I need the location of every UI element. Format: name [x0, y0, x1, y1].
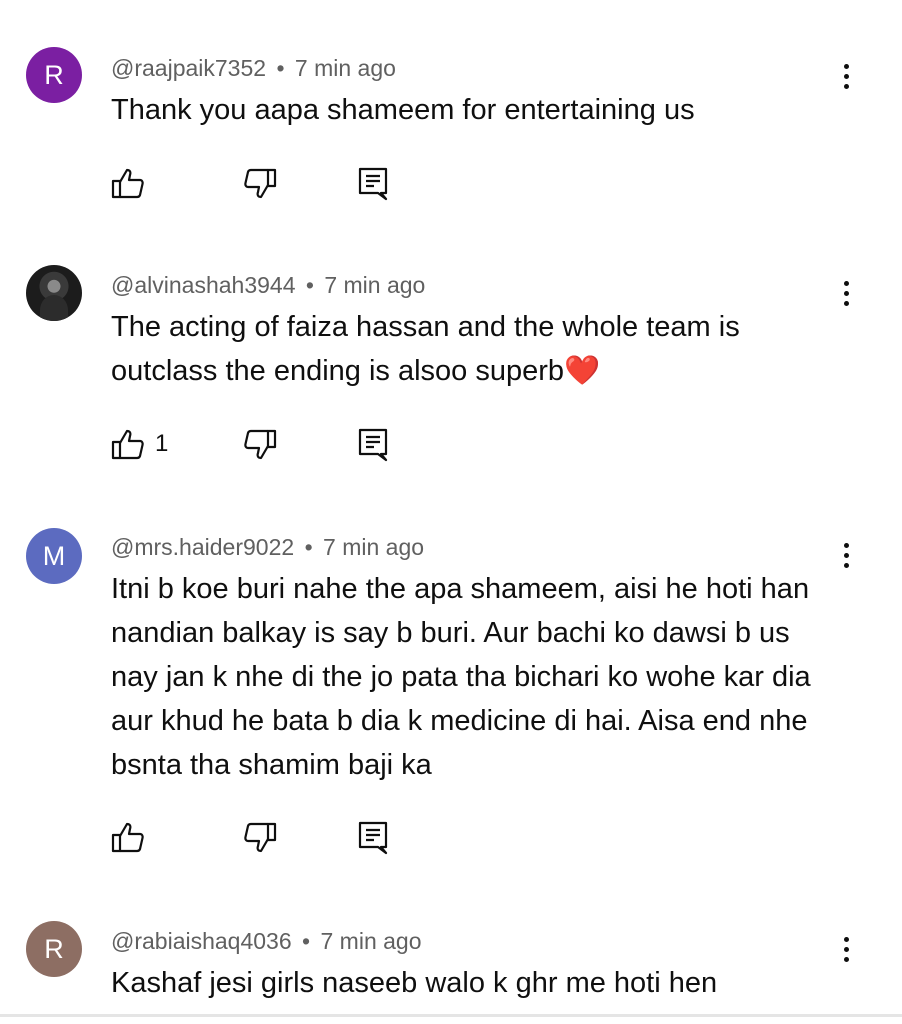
thumbs-up-icon	[111, 429, 144, 460]
comment-meta: @alvinashah3944 • 7 min ago	[111, 272, 425, 299]
avatar[interactable]: R	[26, 921, 82, 977]
more-vertical-icon[interactable]	[830, 535, 862, 575]
avatar[interactable]: M	[26, 528, 82, 584]
avatar[interactable]	[26, 265, 82, 321]
comment-meta: @rabiaishaq4036 • 7 min ago	[111, 928, 422, 955]
reply-button[interactable]	[354, 818, 394, 858]
like-count: 1	[155, 430, 169, 457]
comment-text: Itni b koe buri nahe the apa shameem, ai…	[111, 573, 811, 781]
comment-author[interactable]: @alvinashah3944	[111, 272, 295, 298]
thumbs-down-icon	[244, 168, 277, 199]
thumbs-up-icon	[111, 168, 144, 199]
dislike-button[interactable]	[240, 818, 280, 858]
meta-separator: •	[276, 55, 285, 81]
comment-time[interactable]: 7 min ago	[324, 272, 425, 298]
bottom-divider	[0, 1014, 902, 1017]
comment-author[interactable]: @rabiaishaq4036	[111, 928, 292, 954]
like-button[interactable]	[108, 818, 148, 858]
reply-comment-icon	[358, 428, 388, 462]
avatar[interactable]: R	[26, 47, 82, 103]
meta-separator: •	[305, 272, 314, 298]
reply-button[interactable]	[354, 425, 394, 465]
reply-comment-icon	[358, 821, 388, 855]
comment-actions: 1	[108, 425, 408, 465]
meta-separator: •	[302, 928, 311, 954]
comment-author[interactable]: @mrs.haider9022	[111, 534, 294, 560]
thumbs-down-icon	[244, 429, 277, 460]
meta-separator: •	[304, 534, 313, 560]
like-button[interactable]	[108, 425, 148, 465]
reply-comment-icon	[358, 167, 388, 201]
comment-text: Kashaf jesi girls naseeb walo k ghr me h…	[111, 967, 718, 999]
dislike-button[interactable]	[240, 164, 280, 204]
comment-actions	[108, 818, 408, 858]
more-vertical-icon[interactable]	[830, 56, 862, 96]
more-vertical-icon[interactable]	[830, 273, 862, 313]
comment-time[interactable]: 7 min ago	[323, 534, 424, 560]
more-vertical-icon[interactable]	[830, 929, 862, 969]
comment-time[interactable]: 7 min ago	[321, 928, 422, 954]
comment-meta: @mrs.haider9022 • 7 min ago	[111, 534, 424, 561]
comment-text: Thank you aapa shameem for entertaining …	[111, 94, 695, 126]
comment-author[interactable]: @raajpaik7352	[111, 55, 266, 81]
comment-meta: @raajpaik7352 • 7 min ago	[111, 55, 396, 82]
comment-actions	[108, 164, 408, 204]
comment-time[interactable]: 7 min ago	[295, 55, 396, 81]
dislike-button[interactable]	[240, 425, 280, 465]
thumbs-up-icon	[111, 822, 144, 853]
comment-text: The acting of faiza hassan and the whole…	[111, 311, 740, 387]
thumbs-down-icon	[244, 822, 277, 853]
reply-button[interactable]	[354, 164, 394, 204]
like-button[interactable]	[108, 164, 148, 204]
